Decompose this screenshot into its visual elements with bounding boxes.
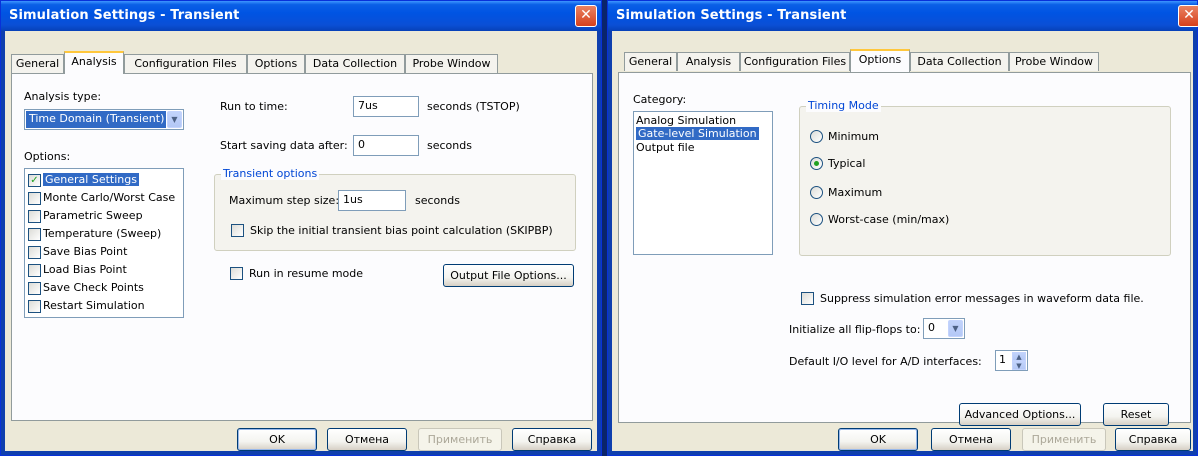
chevron-down-icon[interactable]: ▼ [167, 111, 182, 128]
left-analysis-panel: Analysis type: Time Domain (Transient) ▼… [11, 73, 593, 421]
suppress-errors-checkbox[interactable] [801, 292, 814, 305]
right-client-area: General Analysis Configuration Files Opt… [612, 31, 1193, 451]
radio-typical-label: Typical [828, 157, 866, 170]
timing-mode-group: Timing Mode Minimum Typical Maximum Wors… [799, 99, 1171, 256]
category-item-analog[interactable]: Analog Simulation [636, 114, 736, 127]
left-ok-button[interactable]: OK [237, 428, 317, 451]
options-label: Options: [24, 150, 71, 163]
spin-up-icon[interactable]: ▲ [1012, 352, 1026, 361]
transient-options-title: Transient options [221, 167, 320, 180]
radio-minimum-label: Minimum [828, 130, 879, 143]
right-dialog-window: Simulation Settings - Transient ✕ Genera… [607, 0, 1198, 456]
left-tab-configuration-files[interactable]: Configuration Files [124, 54, 247, 73]
left-tab-analysis[interactable]: Analysis [64, 51, 124, 74]
right-tab-data-collection[interactable]: Data Collection [910, 52, 1009, 71]
transient-options-group: Transient options Maximum step size: 1us… [214, 167, 576, 251]
start-saving-label: Start saving data after: [220, 139, 348, 152]
checkbox-icon[interactable] [28, 228, 41, 241]
resume-mode-checkbox[interactable] [230, 267, 243, 280]
checkbox-icon[interactable] [28, 264, 41, 277]
left-cancel-button[interactable]: Отмена [327, 428, 407, 451]
right-help-button[interactable]: Справка [1115, 428, 1191, 451]
right-close-icon[interactable]: ✕ [1178, 5, 1198, 27]
left-close-icon[interactable]: ✕ [575, 5, 597, 27]
option-general-settings[interactable]: ✓ General Settings [27, 171, 181, 189]
right-tab-configuration-files[interactable]: Configuration Files [740, 52, 850, 71]
right-tab-analysis[interactable]: Analysis [677, 52, 740, 71]
right-window-title: Simulation Settings - Transient [616, 8, 847, 23]
radio-worst-case[interactable] [810, 213, 823, 226]
start-saving-unit: seconds [427, 139, 472, 152]
right-tab-options[interactable]: Options [850, 49, 910, 72]
right-tab-general[interactable]: General [624, 52, 677, 71]
option-parametric-sweep[interactable]: Parametric Sweep [27, 207, 181, 225]
radio-maximum-label: Maximum [828, 186, 883, 199]
left-tab-options[interactable]: Options [247, 54, 305, 73]
max-step-unit: seconds [415, 194, 460, 207]
option-restart-simulation[interactable]: Restart Simulation [27, 297, 181, 315]
max-step-input[interactable]: 1us [338, 190, 406, 211]
right-options-panel: Category: Analog Simulation Gate-level S… [618, 72, 1191, 426]
output-file-options-button[interactable]: Output File Options... [443, 264, 574, 287]
init-flipflops-combo[interactable]: 0 ▼ [923, 318, 965, 339]
right-tab-probe-window[interactable]: Probe Window [1009, 52, 1099, 71]
left-tab-probe-window[interactable]: Probe Window [405, 54, 498, 73]
radio-minimum[interactable] [810, 130, 823, 143]
right-ok-button[interactable]: OK [838, 428, 918, 451]
right-cancel-button[interactable]: Отмена [931, 428, 1011, 451]
radio-maximum[interactable] [810, 186, 823, 199]
checkbox-icon[interactable] [28, 210, 41, 223]
default-io-label: Default I/O level for A/D interfaces: [789, 355, 982, 368]
run-to-time-input[interactable]: 7us [353, 96, 419, 117]
resume-mode-label: Run in resume mode [249, 267, 364, 280]
init-flipflops-label: Initialize all flip-flops to: [789, 323, 921, 336]
checkbox-icon[interactable] [28, 192, 41, 205]
option-temperature-sweep[interactable]: Temperature (Sweep) [27, 225, 181, 243]
spin-down-icon[interactable]: ▼ [1012, 361, 1026, 370]
chevron-down-icon[interactable]: ▼ [948, 320, 963, 337]
left-apply-button: Применить [418, 428, 502, 451]
options-listbox[interactable]: ✓ General Settings Monte Carlo/Worst Cas… [24, 168, 184, 318]
left-window-title: Simulation Settings - Transient [9, 8, 240, 23]
option-save-check-points[interactable]: Save Check Points [27, 279, 181, 297]
option-save-bias-point[interactable]: Save Bias Point [27, 243, 181, 261]
start-saving-input[interactable]: 0 [353, 135, 419, 156]
skip-bias-label: Skip the initial transient bias point ca… [250, 224, 553, 237]
category-label: Category: [633, 93, 687, 106]
checkbox-icon[interactable] [28, 282, 41, 295]
left-dialog-window: Simulation Settings - Transient ✕ Genera… [0, 0, 602, 456]
default-io-spinner[interactable]: 1 ▲ ▼ [995, 350, 1028, 371]
radio-typical[interactable] [810, 157, 823, 170]
checkbox-icon[interactable] [28, 300, 41, 313]
radio-worst-case-label: Worst-case (min/max) [828, 213, 950, 226]
timing-mode-title: Timing Mode [806, 99, 881, 112]
reset-button[interactable]: Reset [1103, 403, 1169, 426]
category-item-output-file[interactable]: Output file [636, 141, 694, 154]
left-title-bar[interactable]: Simulation Settings - Transient [1, 1, 601, 31]
suppress-errors-label: Suppress simulation error messages in wa… [820, 292, 1144, 305]
init-flipflops-value: 0 [928, 321, 935, 334]
left-tab-data-collection[interactable]: Data Collection [305, 54, 405, 73]
option-monte-carlo[interactable]: Monte Carlo/Worst Case [27, 189, 181, 207]
option-load-bias-point[interactable]: Load Bias Point [27, 261, 181, 279]
default-io-value: 1 [999, 353, 1006, 366]
checkbox-checked-icon[interactable]: ✓ [28, 174, 41, 187]
category-item-gate-level[interactable]: Gate-level Simulation [636, 127, 759, 140]
analysis-type-value: Time Domain (Transient) [26, 111, 166, 128]
analysis-type-combo[interactable]: Time Domain (Transient) ▼ [24, 109, 184, 130]
right-apply-button: Применить [1022, 428, 1106, 451]
run-to-time-unit: seconds (TSTOP) [427, 100, 520, 113]
left-tab-general[interactable]: General [11, 54, 64, 73]
max-step-label: Maximum step size: [229, 194, 340, 207]
skip-bias-checkbox[interactable] [231, 224, 244, 237]
run-to-time-label: Run to time: [220, 100, 288, 113]
analysis-type-label: Analysis type: [24, 90, 102, 103]
advanced-options-button[interactable]: Advanced Options... [959, 403, 1081, 426]
right-title-bar[interactable]: Simulation Settings - Transient [608, 1, 1197, 31]
left-help-button[interactable]: Справка [512, 428, 592, 451]
category-listbox[interactable]: Analog Simulation Gate-level Simulation … [633, 111, 773, 255]
left-client-area: General Analysis Configuration Files Opt… [5, 31, 597, 451]
checkbox-icon[interactable] [28, 246, 41, 259]
